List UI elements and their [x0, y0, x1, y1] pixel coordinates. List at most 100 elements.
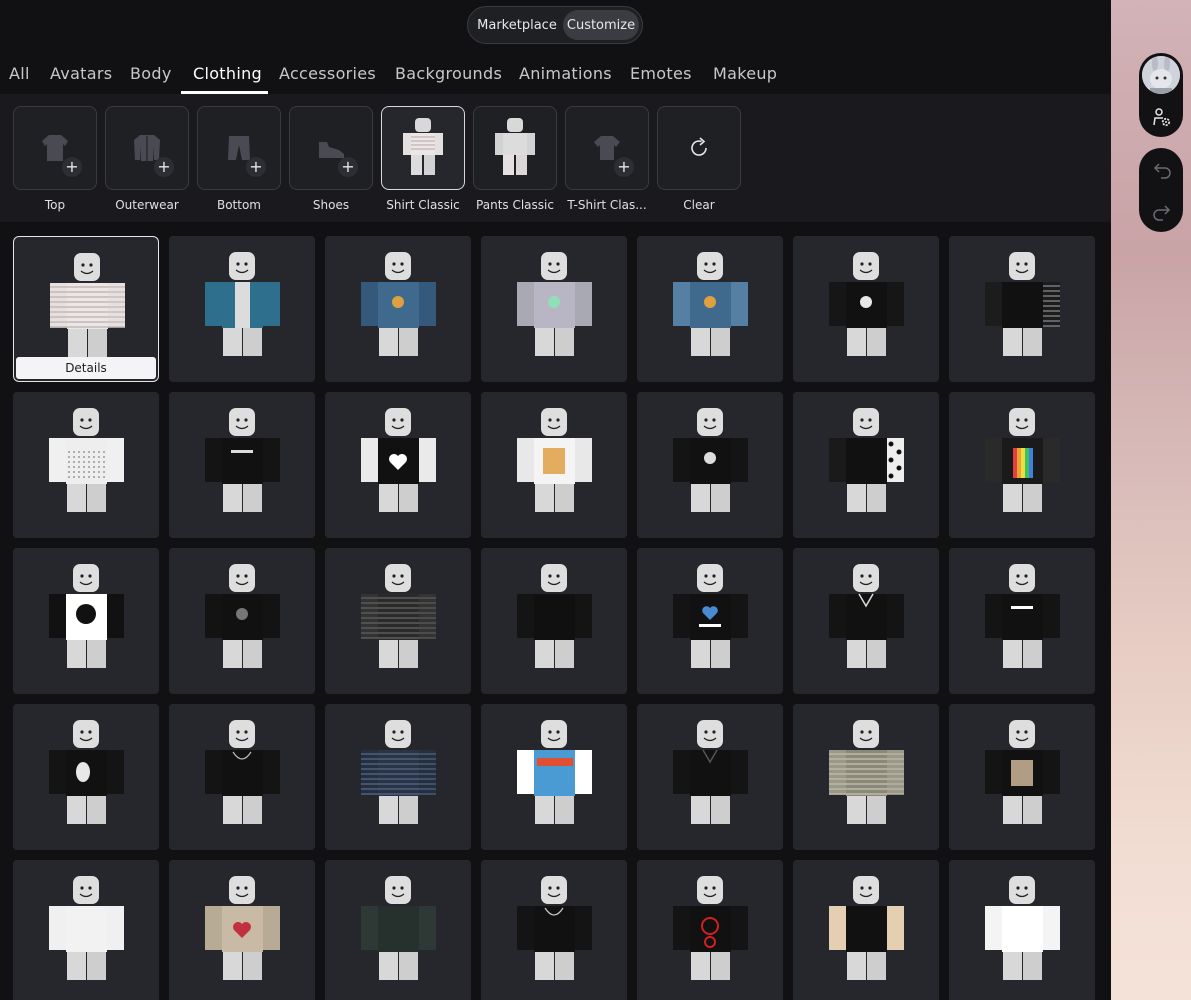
clothing-item[interactable] — [325, 392, 471, 538]
clothing-item[interactable] — [13, 392, 159, 538]
clothing-item[interactable] — [793, 860, 939, 1000]
avatar-thumbnail — [361, 876, 436, 980]
avatar-thumbnail — [985, 252, 1060, 356]
clothing-item[interactable] — [949, 236, 1095, 382]
avatar-thumbnail — [673, 564, 748, 668]
category-top[interactable]: + Top — [13, 106, 97, 212]
details-button[interactable]: Details — [16, 357, 156, 379]
avatar-thumbnail — [205, 252, 280, 356]
add-icon: + — [614, 157, 634, 177]
clothing-item[interactable] — [325, 548, 471, 694]
clothing-item[interactable] — [481, 860, 627, 1000]
category-label: Clear — [683, 198, 715, 212]
avatar-thumbnail — [205, 564, 280, 668]
clothing-item[interactable] — [637, 704, 783, 850]
category-shirt-classic-tile[interactable] — [381, 106, 465, 190]
redo-button[interactable] — [1151, 202, 1173, 222]
tab-all[interactable]: All — [9, 64, 30, 83]
avatar-thumbnail — [673, 408, 748, 512]
category-shirt-classic[interactable]: Shirt Classic — [381, 106, 465, 212]
clothing-item[interactable] — [325, 236, 471, 382]
category-label: Shoes — [312, 198, 350, 212]
tab-backgrounds[interactable]: Backgrounds — [395, 64, 502, 83]
avatar-thumbnail — [517, 876, 592, 980]
clothing-item[interactable] — [13, 860, 159, 1000]
tab-animations[interactable]: Animations — [519, 64, 612, 83]
clothing-item[interactable] — [637, 548, 783, 694]
clothing-item[interactable] — [637, 860, 783, 1000]
category-label: Pants Classic — [476, 198, 554, 212]
avatar-thumbnail — [985, 408, 1060, 512]
history-controls — [1139, 148, 1183, 232]
clothing-item[interactable] — [793, 548, 939, 694]
clothing-item[interactable] — [481, 236, 627, 382]
category-label: Bottom — [216, 198, 261, 212]
avatar-thumbnail — [517, 408, 592, 512]
clothing-item[interactable] — [169, 860, 315, 1000]
category-label: T-Shirt Clas... — [567, 198, 647, 212]
category-tshirt-classic-tile[interactable]: + — [565, 106, 649, 190]
clothing-item[interactable] — [949, 860, 1095, 1000]
clothing-item[interactable] — [169, 704, 315, 850]
category-shoes-tile[interactable]: + — [289, 106, 373, 190]
avatar-thumbnail — [829, 252, 904, 356]
category-top-tile[interactable]: + — [13, 106, 97, 190]
clothing-item[interactable] — [169, 548, 315, 694]
avatar-thumbnail — [517, 720, 592, 824]
category-outerwear-tile[interactable]: + — [105, 106, 189, 190]
add-icon: + — [154, 157, 174, 177]
clothing-item[interactable] — [481, 548, 627, 694]
customize-button[interactable]: Customize — [563, 10, 639, 40]
category-label: Shirt Classic — [386, 198, 460, 212]
avatar-thumbnail — [205, 876, 280, 980]
tab-accessories[interactable]: Accessories — [279, 64, 376, 83]
avatar-editor-main: Marketplace Customize All Avatars Body C… — [0, 0, 1111, 1000]
avatar-thumbnail — [829, 876, 904, 980]
clothing-item[interactable] — [949, 704, 1095, 850]
marketplace-button[interactable]: Marketplace — [471, 10, 563, 40]
clothing-item[interactable] — [13, 548, 159, 694]
category-bottom-tile[interactable]: + — [197, 106, 281, 190]
category-tshirt-classic[interactable]: + T-Shirt Clas... — [565, 106, 649, 212]
clothing-item[interactable] — [793, 236, 939, 382]
clothing-item[interactable] — [793, 392, 939, 538]
refresh-icon — [691, 137, 707, 156]
clothing-item[interactable] — [637, 236, 783, 382]
avatar[interactable] — [1142, 56, 1180, 94]
category-pants-classic-tile[interactable] — [473, 106, 557, 190]
clothing-item[interactable] — [325, 860, 471, 1000]
category-shoes[interactable]: + Shoes — [289, 106, 373, 212]
clear-button[interactable] — [657, 106, 741, 190]
avatar-settings-button[interactable] — [1151, 107, 1173, 129]
clothing-item[interactable] — [793, 704, 939, 850]
clothing-item[interactable] — [481, 392, 627, 538]
category-tabs: All Avatars Body Clothing Accessories Ba… — [0, 56, 1111, 141]
clothing-item[interactable] — [949, 392, 1095, 538]
tab-makeup[interactable]: Makeup — [713, 64, 777, 83]
clothing-item[interactable] — [169, 236, 315, 382]
add-icon: + — [246, 157, 266, 177]
category-outerwear[interactable]: + Outerwear — [105, 106, 189, 212]
category-bottom[interactable]: + Bottom — [197, 106, 281, 212]
category-label: Top — [44, 198, 66, 212]
avatar-preview-panel — [1111, 0, 1191, 1000]
tab-body[interactable]: Body — [130, 64, 172, 83]
avatar-thumbnail — [985, 720, 1060, 824]
tab-avatars[interactable]: Avatars — [50, 64, 112, 83]
undo-button[interactable] — [1151, 160, 1173, 180]
clothing-item[interactable] — [481, 704, 627, 850]
tab-clothing[interactable]: Clothing — [193, 64, 262, 83]
add-icon: + — [338, 157, 358, 177]
redo-icon — [1153, 205, 1171, 221]
clothing-item[interactable]: Details — [13, 236, 159, 382]
category-clear[interactable]: Clear — [657, 106, 741, 212]
avatar-thumbnail — [361, 564, 436, 668]
category-pants-classic[interactable]: Pants Classic — [473, 106, 557, 212]
clothing-item[interactable] — [13, 704, 159, 850]
tab-emotes[interactable]: Emotes — [630, 64, 692, 83]
clothing-item[interactable] — [637, 392, 783, 538]
clothing-item[interactable] — [949, 548, 1095, 694]
clothing-item[interactable] — [325, 704, 471, 850]
avatar-thumbnail — [361, 252, 436, 356]
clothing-item[interactable] — [169, 392, 315, 538]
